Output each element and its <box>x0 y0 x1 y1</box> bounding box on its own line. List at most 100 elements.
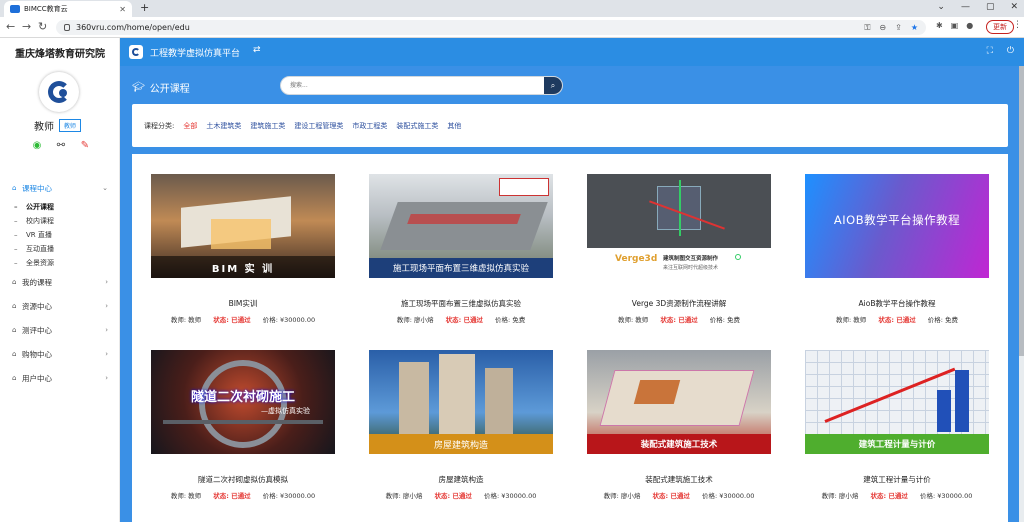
key-icon[interactable]: ⚿ <box>864 23 870 33</box>
wechat-icon[interactable]: ◉ <box>30 140 44 152</box>
course-card[interactable]: 隧道二次衬砌施工 —虚拟仿真实验 隧道二次衬砌虚拟仿真模拟 教师: 教师 状态:… <box>151 350 335 500</box>
search-icon[interactable]: ⌕ <box>544 77 562 94</box>
course-card[interactable]: 施工现场平面布置三维虚拟仿真实验 施工现场平面布置三维虚拟仿真实验 教师: 廖小… <box>369 174 553 324</box>
page-title: 🎓︎ 公开课程 <box>132 82 190 95</box>
course-price: ¥30000.00 <box>937 492 973 500</box>
course-thumbnail[interactable]: AIOB教学平台操作教程 <box>805 174 989 278</box>
course-price: 免费 <box>727 316 741 324</box>
course-price: ¥30000.00 <box>279 492 316 500</box>
update-button[interactable]: 更新 <box>986 20 1014 34</box>
course-thumbnail[interactable]: Verge3d 建筑制图交互资源制作 来注互联网时代超级技术 <box>587 174 771 278</box>
chevron-right-icon: › <box>105 302 108 310</box>
thumbnail-caption: Verge3d <box>615 254 658 264</box>
home-icon: ⌂ <box>12 302 17 310</box>
bookmark-star-icon[interactable]: ★ <box>911 23 918 33</box>
filter-option-construction[interactable]: 建筑施工类 <box>250 121 285 131</box>
link-icon[interactable]: ⚯ <box>54 140 68 152</box>
submenu-item-panorama[interactable]: – 全景资源 <box>0 256 120 270</box>
scrollbar-thumb[interactable] <box>1019 66 1024 356</box>
filter-option-prefab[interactable]: 装配式施工类 <box>396 121 438 131</box>
course-title[interactable]: 装配式建筑施工技术 <box>587 474 771 485</box>
extensions-icon[interactable]: ✱ <box>936 21 943 30</box>
page-scrollbar[interactable] <box>1019 66 1024 522</box>
course-thumbnail[interactable]: 房屋建筑构造 <box>369 350 553 454</box>
filter-option-civil[interactable]: 土木建筑类 <box>206 121 241 131</box>
course-title[interactable]: AioB教学平台操作教程 <box>805 298 989 309</box>
role-badge: 教师 <box>59 119 82 132</box>
course-card[interactable]: 房屋建筑构造 房屋建筑构造 教师: 廖小熔 状态: 已通过 价格: ¥30000… <box>369 350 553 500</box>
submenu-item-vr-live[interactable]: – VR 直播 <box>0 228 120 242</box>
reload-icon[interactable]: ↻ <box>38 20 47 34</box>
course-thumbnail[interactable]: 隧道二次衬砌施工 —虚拟仿真实验 <box>151 350 335 454</box>
course-card[interactable]: BIM 实 训 BIM实训 教师: 教师 状态: 已通过 价格: ¥30000.… <box>151 174 335 324</box>
sidebar-item-user-center[interactable]: ⌂ 用户中心 › <box>0 366 120 390</box>
course-meta: 教师: 教师 状态: 已通过 价格: ¥30000.00 <box>170 492 316 500</box>
fullscreen-icon[interactable]: ⛶ <box>987 46 993 56</box>
filter-option-management[interactable]: 建设工程管理类 <box>294 121 343 131</box>
new-tab-icon[interactable]: + <box>140 1 149 15</box>
course-price: 免费 <box>512 316 526 324</box>
course-status: 已通过 <box>670 492 690 500</box>
course-meta: 教师: 廖小熔 状态: 已通过 价格: ¥30000.00 <box>385 492 537 500</box>
submenu-item-school-courses[interactable]: – 校内课程 <box>0 214 120 228</box>
search-box: ⌕ <box>280 76 563 95</box>
sidebar-item-shopping-center[interactable]: ⌂ 购物中心 › <box>0 342 120 366</box>
course-teacher: 廖小熔 <box>838 492 859 500</box>
chevron-down-icon[interactable]: ⌄ <box>937 2 945 12</box>
sidepanel-icon[interactable]: ▣ <box>951 21 959 30</box>
home-icon: ⌂ <box>12 278 17 286</box>
course-title[interactable]: Verge 3D资源制作流程讲解 <box>587 298 771 309</box>
search-input[interactable] <box>281 77 543 94</box>
url-text[interactable]: 360vru.com/home/open/edu <box>76 23 858 32</box>
browser-menu-icon[interactable]: ⋮ <box>1013 20 1022 30</box>
course-card[interactable]: 装配式建筑施工技术 装配式建筑施工技术 教师: 廖小熔 状态: 已通过 价格: … <box>587 350 771 500</box>
filter-option-all[interactable]: 全部 <box>183 121 197 131</box>
extension-icons: ✱ ▣ ● <box>936 21 973 30</box>
course-card[interactable]: AIOB教学平台操作教程 AioB教学平台操作教程 教师: 教师 状态: 已通过… <box>805 174 989 324</box>
submenu-item-interactive-live[interactable]: – 互动直播 <box>0 242 120 256</box>
main-area: 🎓︎ 公开课程 ⌕ 课程分类: 全部 土木建筑类 建筑施工类 建设工程管理类 市… <box>120 66 1024 522</box>
browser-tab[interactable]: BIMCC教育云 ✕ <box>4 1 132 17</box>
graduation-cap-icon: 🎓︎ <box>132 82 145 93</box>
tab-close-icon[interactable]: ✕ <box>119 5 126 14</box>
zoom-icon[interactable]: ⊖ <box>879 23 886 33</box>
course-teacher: 教师 <box>188 492 202 500</box>
home-icon: ⌂ <box>12 184 17 192</box>
social-links: ◉ ⚯ ✎ <box>30 140 92 152</box>
course-card[interactable]: Verge3d 建筑制图交互资源制作 来注互联网时代超级技术 Verge 3D资… <box>587 174 771 324</box>
omnibox-actions: ⚿ ⊖ ⇪ ★ <box>864 23 918 33</box>
course-thumbnail[interactable]: 装配式建筑施工技术 <box>587 350 771 454</box>
course-title[interactable]: 房屋建筑构造 <box>369 474 553 485</box>
profile-icon[interactable]: ● <box>966 21 973 30</box>
course-thumbnail[interactable]: 施工现场平面布置三维虚拟仿真实验 <box>369 174 553 278</box>
course-title[interactable]: 建筑工程计量与计价 <box>805 474 989 485</box>
power-icon[interactable]: ⏻ <box>1007 46 1014 56</box>
course-card[interactable]: 建筑工程计量与计价 建筑工程计量与计价 教师: 廖小熔 状态: 已通过 价格: … <box>805 350 989 500</box>
edit-icon[interactable]: ✎ <box>78 140 92 152</box>
filter-option-municipal[interactable]: 市政工程类 <box>352 121 387 131</box>
course-price: ¥30000.00 <box>279 316 316 324</box>
sidebar-item-evaluation-center[interactable]: ⌂ 测评中心 › <box>0 318 120 342</box>
omnibox[interactable]: 360vru.com/home/open/edu ⚿ ⊖ ⇪ ★ <box>56 20 926 35</box>
course-title[interactable]: 施工现场平面布置三维虚拟仿真实验 <box>369 298 553 309</box>
course-meta: 教师: 廖小熔 状态: 已通过 价格: 免费 <box>396 316 526 324</box>
sidebar-item-resource-center[interactable]: ⌂ 资源中心 › <box>0 294 120 318</box>
sidebar-item-label: 课程中心 <box>22 183 52 193</box>
switch-icon[interactable]: ⇄ <box>253 45 261 55</box>
course-title[interactable]: 隧道二次衬砌虚拟仿真模拟 <box>151 474 335 485</box>
close-window-icon[interactable]: ✕ <box>1010 2 1018 12</box>
sidebar-item-my-courses[interactable]: ⌂ 我的课程 › <box>0 270 120 294</box>
course-thumbnail[interactable]: 建筑工程计量与计价 <box>805 350 989 454</box>
course-title[interactable]: BIM实训 <box>151 298 335 309</box>
sidebar-item-course-center[interactable]: ⌂ 课程中心 ⌄ <box>0 176 120 200</box>
thumbnail-caption: 装配式建筑施工技术 <box>640 440 718 450</box>
minimize-icon[interactable]: — <box>961 2 970 12</box>
back-icon[interactable]: ← <box>6 20 15 34</box>
forward-icon[interactable]: → <box>22 20 31 34</box>
filter-option-other[interactable]: 其他 <box>447 121 461 131</box>
share-icon[interactable]: ⇪ <box>895 23 902 33</box>
home-icon: ⌂ <box>12 350 17 358</box>
submenu-item-open-courses[interactable]: – 公开课程 <box>0 200 120 214</box>
maximize-icon[interactable]: ▢ <box>986 2 995 12</box>
course-thumbnail[interactable]: BIM 实 训 <box>151 174 335 278</box>
